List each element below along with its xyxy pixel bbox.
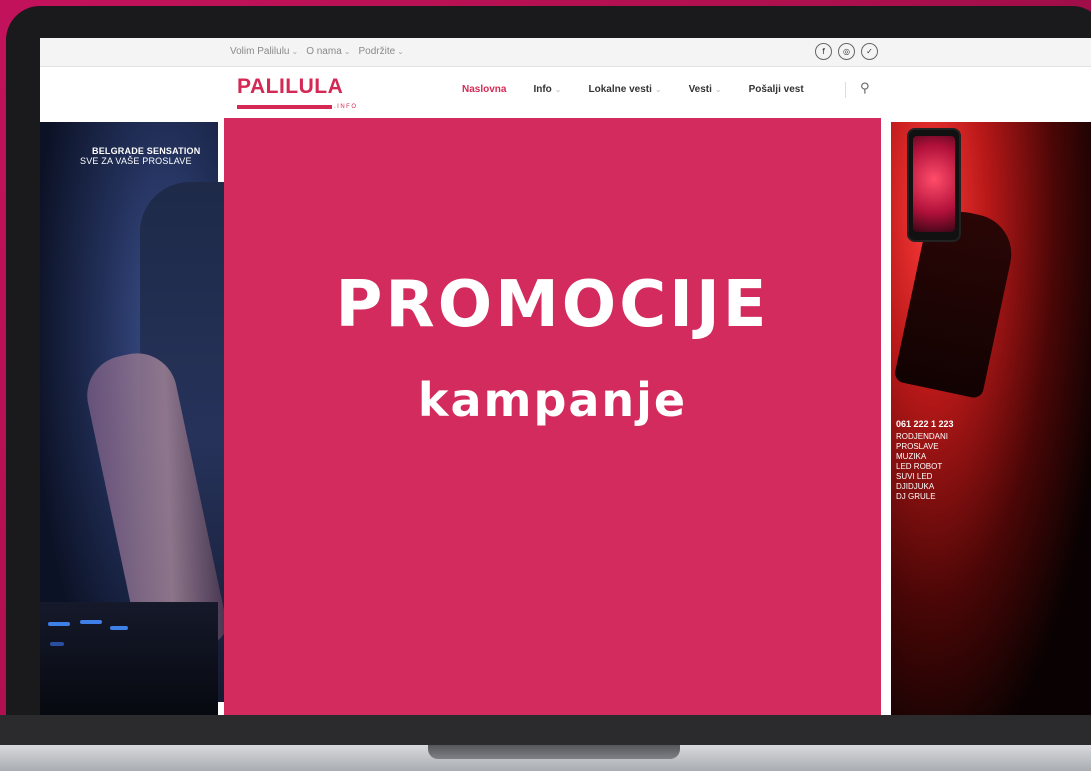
nav-item-lokalne-vesti[interactable]: Lokalne vesti ⌄ (589, 84, 662, 95)
service-item: RODJENDANI (896, 432, 949, 441)
right-ad-phone: 061 222 1 223 (896, 419, 954, 429)
site-header: PALILULA .INFO Naslovna Info ⌄ Lokalne ve… (40, 67, 1091, 119)
right-ad-banner[interactable]: 061 222 1 223 RODJENDANI PROSLAVE MUZIKA… (891, 122, 1091, 715)
service-item: SUVI LED (896, 472, 933, 481)
top-nav-item-o-nama[interactable]: O nama ⌄ (306, 46, 350, 57)
chevron-down-icon: ⌄ (714, 85, 722, 94)
logo-underline (237, 105, 332, 109)
service-item: DJIDJUKA (896, 482, 935, 491)
promo-title: PROMOCIJE (335, 268, 770, 342)
main-nav: Naslovna Info ⌄ Lokalne vesti ⌄ Vesti ⌄ Poš… (462, 84, 804, 95)
promo-subtitle: kampanje (417, 373, 688, 427)
service-item: DJ GRULE (896, 492, 936, 501)
nav-item-naslovna[interactable]: Naslovna (462, 84, 506, 95)
right-ad-services: RODJENDANI PROSLAVE MUZIKA LED ROBOT SUV… (896, 432, 948, 502)
laptop-chin (0, 715, 1091, 747)
phone-image (907, 128, 961, 242)
search-icon[interactable]: ⚲ (860, 81, 870, 96)
nav-item-vesti[interactable]: Vesti ⌄ (689, 84, 722, 95)
instagram-icon[interactable]: ◎ (838, 43, 855, 60)
laptop-screen: Volim Palilulu ⌄ O nama ⌄ Podržite ⌄ f ◎ ✓ … (40, 38, 1091, 715)
top-nav-item-volim-palilulu[interactable]: Volim Palilulu ⌄ (230, 46, 298, 57)
twitter-icon[interactable]: ✓ (861, 43, 878, 60)
left-ad-subtitle: SVE ZA VAŠE PROSLAVE (80, 156, 192, 166)
chevron-down-icon: ⌄ (397, 47, 404, 56)
nav-divider (845, 82, 846, 98)
chevron-down-icon: ⌄ (343, 47, 351, 56)
top-bar: Volim Palilulu ⌄ O nama ⌄ Podržite ⌄ f ◎ ✓ (40, 38, 1091, 67)
service-item: MUZIKA (896, 452, 927, 461)
promo-banner[interactable]: PROMOCIJE kampanje (224, 118, 881, 715)
top-nav: Volim Palilulu ⌄ O nama ⌄ Podržite ⌄ (230, 46, 404, 57)
chevron-down-icon: ⌄ (554, 85, 562, 94)
left-ad-banner[interactable]: BELGRADE SENSATION SVE ZA VAŠE PROSLAVE (40, 122, 231, 715)
nav-item-info[interactable]: Info ⌄ (533, 84, 561, 95)
laptop-notch (428, 745, 680, 759)
nav-item-posalji-vest[interactable]: Pošalji vest (749, 84, 804, 95)
left-ad-title: BELGRADE SENSATION (92, 146, 201, 156)
service-item: PROSLAVE (896, 442, 939, 451)
site-logo[interactable]: PALILULA (237, 75, 343, 99)
top-nav-item-podrzite[interactable]: Podržite ⌄ (358, 46, 403, 57)
logo-suffix: .INFO (334, 104, 358, 110)
chevron-down-icon: ⌄ (654, 85, 662, 94)
chevron-down-icon: ⌄ (291, 47, 299, 56)
dj-deck (40, 602, 218, 715)
facebook-icon[interactable]: f (815, 43, 832, 60)
social-links: f ◎ ✓ (815, 43, 878, 60)
service-item: LED ROBOT (896, 462, 943, 471)
